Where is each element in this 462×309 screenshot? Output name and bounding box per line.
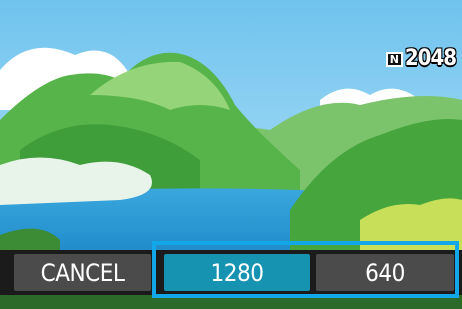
size-640-option[interactable]: 640 <box>316 254 454 291</box>
image-size-indicator: N 2048 <box>385 46 457 71</box>
resize-menu-bar: CANCEL 1280 640 <box>0 250 462 295</box>
normal-quality-icon: N <box>385 51 403 67</box>
camera-lcd-screen: N 2048 CANCEL 1280 640 <box>0 0 462 309</box>
size-1280-option[interactable]: 1280 <box>164 254 310 291</box>
image-size-value: 2048 <box>404 46 457 71</box>
cancel-option[interactable]: CANCEL <box>14 254 151 291</box>
